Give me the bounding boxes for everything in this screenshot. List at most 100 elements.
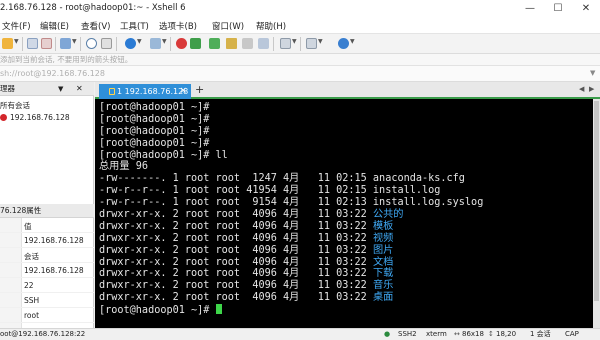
toolbar-divider <box>22 37 23 51</box>
chevron-down-icon[interactable]: ▼ <box>350 38 355 45</box>
maximize-icon[interactable]: ☐ <box>544 0 572 18</box>
xshell-icon[interactable] <box>190 38 201 49</box>
status-lock-icon: ● <box>384 330 391 338</box>
properties-header: 76.128属性 <box>0 204 94 218</box>
terminal-line: -rw-r--r--. 1 root root 41954 4月 11 02:1… <box>99 185 441 197</box>
chevron-right-icon[interactable]: ▶ <box>589 85 594 93</box>
xftp-icon[interactable] <box>176 38 187 49</box>
menu-view[interactable]: 查看(V) <box>81 20 110 32</box>
property-row[interactable]: 192.168.76.128 <box>0 263 94 278</box>
print-icon[interactable] <box>101 38 112 49</box>
terminal-line: -rw-r--r--. 1 root root 9154 4月 11 02:13… <box>99 197 484 209</box>
minimize-icon[interactable]: — <box>516 0 544 18</box>
compose-icon[interactable] <box>258 38 269 49</box>
tree-item-session[interactable]: 192.168.76.128 <box>0 113 70 122</box>
chevron-down-icon[interactable]: ▼ <box>292 38 297 45</box>
menu-edit[interactable]: 编辑(E) <box>40 20 69 32</box>
tile-icon[interactable] <box>306 38 317 49</box>
menu-tools[interactable]: 工具(T) <box>120 20 149 32</box>
terminal-line-text: drwxr-xr-x. 2 root root 4096 4月 11 03:22 <box>99 209 373 221</box>
status-bar: oot@192.168.76.128:22 ● SSH2 xterm ↔ 86x… <box>0 328 600 340</box>
toolbar: ▼ ▼ ▼ ▼ ▼ ▼ ▼ <box>0 34 600 54</box>
session-icon <box>0 114 7 121</box>
status-protocol: SSH2 <box>398 330 417 338</box>
globe-icon[interactable] <box>125 38 136 49</box>
pin-icon[interactable]: ▼ <box>58 82 63 96</box>
tab-label: 1 192.168.76.128 <box>117 87 189 96</box>
menu-bar: 文件(F) 编辑(E) 查看(V) 工具(T) 选项卡(B) 窗口(W) 帮助(… <box>0 18 600 34</box>
toolbar-divider <box>116 37 117 51</box>
search-icon[interactable] <box>86 38 97 49</box>
size-icon: ↔ <box>454 330 460 338</box>
menu-help[interactable]: 帮助(H) <box>256 20 286 32</box>
property-row[interactable]: root <box>0 308 94 323</box>
terminal-line-text: drwxr-xr-x. 2 root root 4096 4月 11 03:22 <box>99 268 373 280</box>
chevron-down-icon[interactable]: ▼ <box>14 38 19 45</box>
tree-root-all-sessions[interactable]: 所有会话 <box>0 100 30 111</box>
lock-icon <box>109 88 115 95</box>
terminal-line-text: drwxr-xr-x. 2 root root 4096 4月 11 03:22 <box>99 280 373 292</box>
properties-grid: 值 192.168.76.128 会话 192.168.76.128 22 SS… <box>0 218 94 328</box>
chevron-down-icon[interactable]: ▼ <box>72 38 77 45</box>
directory-name: 桌面 <box>372 292 394 304</box>
keyboard-icon[interactable] <box>242 38 253 49</box>
toolbar-divider <box>300 37 301 51</box>
layout-icon[interactable] <box>209 38 220 49</box>
property-row[interactable]: SSH <box>0 293 94 308</box>
lock-icon[interactable] <box>226 38 237 49</box>
new-tab-icon[interactable] <box>60 38 71 49</box>
terminal-line: drwxr-xr-x. 2 root root 4096 4月 11 03:22… <box>99 209 593 221</box>
terminal-line-text: drwxr-xr-x. 2 root root 4096 4月 11 03:22 <box>99 220 373 232</box>
status-sessions: 1 会话 <box>530 330 551 338</box>
property-value: 会话 <box>24 252 39 261</box>
status-size: 86x18 <box>462 330 484 338</box>
hint-bar: 添加到当前会话, 不要用到的箭头按钮。 <box>0 54 600 66</box>
cursor-position-icon: ↕ <box>488 330 494 338</box>
menu-window[interactable]: 窗口(W) <box>212 20 244 32</box>
property-row[interactable]: 会话 <box>0 248 94 263</box>
terminal-line: [root@hadoop01 ~]# <box>99 113 210 125</box>
tab-close-icon[interactable]: × <box>179 84 187 99</box>
chevron-down-icon[interactable]: ▼ <box>162 38 167 45</box>
chevron-left-icon[interactable]: ◀ <box>579 85 584 93</box>
menu-file[interactable]: 文件(F) <box>2 20 31 32</box>
property-row[interactable]: 22 <box>0 278 94 293</box>
directory-name: 音乐 <box>372 280 394 292</box>
terminal-scrollbar[interactable] <box>593 99 600 328</box>
open-folder-icon[interactable] <box>2 38 13 49</box>
all-sessions-label: 所有会话 <box>0 101 30 110</box>
terminal-screen[interactable]: [root@hadoop01 ~]# [root@hadoop01 ~]# [roo… <box>95 99 593 328</box>
close-icon[interactable]: ✕ <box>572 0 600 18</box>
terminal-line: drwxr-xr-x. 2 root root 4096 4月 11 03:22… <box>99 221 593 233</box>
window-layout-icon[interactable] <box>280 38 291 49</box>
menu-tabs[interactable]: 选项卡(B) <box>159 20 197 32</box>
terminal-line: drwxr-xr-x. 2 root root 4096 4月 11 03:22… <box>99 245 593 257</box>
terminal-line-text: drwxr-xr-x. 2 root root 4096 4月 11 03:22 <box>99 232 373 244</box>
window-title: 2.168.76.128 - root@hadoop01:~ - Xshell … <box>0 3 186 13</box>
terminal-line: drwxr-xr-x. 2 root root 4096 4月 11 03:22… <box>99 257 593 269</box>
toolbar-divider <box>55 37 56 51</box>
reconnect-icon[interactable] <box>27 38 38 49</box>
terminal-line: [root@hadoop01 ~]# <box>99 137 210 149</box>
font-icon[interactable] <box>150 38 161 49</box>
tab-session[interactable]: 1 192.168.76.128 × <box>99 84 191 99</box>
add-tab-button[interactable]: + <box>195 83 204 96</box>
session-manager-header: 理器 ▼ ✕ <box>0 82 94 96</box>
property-row[interactable]: 192.168.76.128 <box>0 233 94 248</box>
disconnect-icon[interactable] <box>41 38 52 49</box>
terminal-line: 总用量 96 <box>99 161 148 173</box>
address-input[interactable]: sh://root@192.168.76.128 <box>0 69 105 78</box>
scrollbar-thumb[interactable] <box>594 101 599 301</box>
help-icon[interactable] <box>338 38 349 49</box>
tab-bar: 1 192.168.76.128 × + ◀ ▶ <box>95 82 600 99</box>
close-icon[interactable]: ✕ <box>76 82 83 96</box>
chevron-down-icon[interactable]: ▼ <box>590 69 595 77</box>
address-bar[interactable]: sh://root@192.168.76.128 ▼ <box>0 66 600 82</box>
terminal-prompt-line[interactable]: [root@hadoop01 ~]# <box>99 304 593 316</box>
chevron-down-icon[interactable]: ▼ <box>318 38 323 45</box>
terminal-line: drwxr-xr-x. 2 root root 4096 4月 11 03:22… <box>99 268 593 280</box>
status-terminal-type: xterm <box>426 330 447 338</box>
chevron-down-icon[interactable]: ▼ <box>137 38 142 45</box>
terminal-line: -rw-------. 1 root root 1247 4月 11 02:15… <box>99 173 465 185</box>
toolbar-divider <box>80 37 81 51</box>
